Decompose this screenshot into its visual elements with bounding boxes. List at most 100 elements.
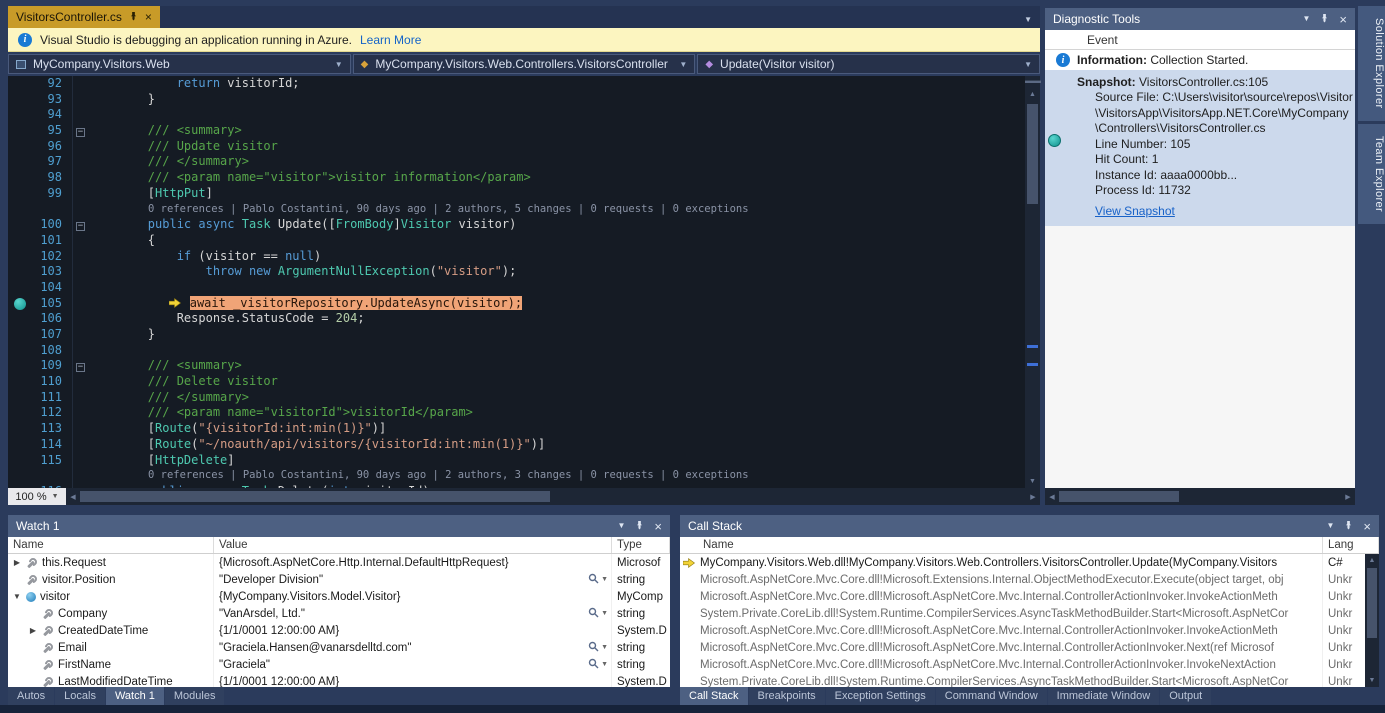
diagnostics-horizontal-scrollbar[interactable]: ◀ ▶ [1045, 488, 1355, 505]
document-tab[interactable]: VisitorsController.cs × [8, 6, 160, 28]
close-icon[interactable]: × [1339, 13, 1347, 26]
bottom-tab-command-window[interactable]: Command Window [936, 687, 1047, 705]
side-tab-team-explorer[interactable]: Team Explorer [1358, 124, 1385, 224]
column-header-type[interactable]: Type [612, 537, 670, 553]
column-header-name[interactable]: Name [8, 537, 214, 553]
view-snapshot-link[interactable]: View Snapshot [1045, 204, 1355, 218]
collapse-icon[interactable]: − [76, 222, 85, 231]
scrollbar-thumb[interactable] [1059, 491, 1179, 502]
scroll-down-icon[interactable]: ▼ [1025, 475, 1040, 488]
code-line[interactable]: 99 [HttpPut] [8, 186, 1040, 202]
fold-margin[interactable]: − [72, 123, 90, 139]
event-info-row[interactable]: i Information: Collection Started. [1045, 50, 1355, 70]
fold-margin[interactable] [72, 453, 90, 469]
expander-icon[interactable]: ▼ [12, 592, 22, 601]
code-line[interactable]: 112 /// <param name="visitorId">visitorI… [8, 405, 1040, 421]
project-dropdown[interactable]: MyCompany.Visitors.Web ▼ [8, 54, 351, 74]
breakpoint-margin[interactable] [8, 233, 34, 249]
fold-margin[interactable]: − [72, 358, 90, 374]
bottom-tab-call-stack[interactable]: Call Stack [680, 687, 748, 705]
code-line[interactable]: 104 [8, 280, 1040, 296]
chevron-down-icon[interactable]: ▼ [601, 661, 608, 668]
breakpoint-margin[interactable] [8, 202, 34, 218]
breakpoint-margin[interactable] [8, 358, 34, 374]
fold-margin[interactable] [72, 343, 90, 359]
column-header-value[interactable]: Value [214, 537, 612, 553]
window-position-chevron-icon[interactable]: ▼ [1326, 522, 1334, 530]
fold-margin[interactable] [72, 390, 90, 406]
scroll-left-icon[interactable]: ◀ [66, 493, 80, 501]
code-line[interactable]: 101 { [8, 233, 1040, 249]
editor-vertical-scrollbar[interactable]: ▬▬ ▲ ▼ [1025, 76, 1040, 488]
watch-value-cell[interactable]: "Graciela.Hansen@vanarsdelltd.com"▼ [214, 639, 612, 656]
scroll-right-icon[interactable]: ▶ [1341, 493, 1355, 501]
side-tab-solution-explorer[interactable]: Solution Explorer [1358, 6, 1385, 121]
fold-margin[interactable] [72, 170, 90, 186]
fold-margin[interactable] [72, 296, 90, 312]
code-line[interactable]: 106 Response.StatusCode = 204; [8, 311, 1040, 327]
scroll-right-icon[interactable]: ▶ [1026, 493, 1040, 501]
breakpoint-margin[interactable] [8, 311, 34, 327]
callstack-row[interactable]: Microsoft.AspNetCore.Mvc.Core.dll!Micros… [680, 588, 1379, 605]
breakpoint-margin[interactable] [8, 154, 34, 170]
bottom-tab-output[interactable]: Output [1160, 687, 1211, 705]
pin-icon[interactable] [1320, 13, 1329, 25]
breakpoint-margin[interactable] [8, 343, 34, 359]
window-position-chevron-icon[interactable]: ▼ [1302, 15, 1310, 23]
fold-margin[interactable] [72, 468, 90, 484]
breakpoint-margin[interactable] [8, 437, 34, 453]
close-icon[interactable]: × [654, 520, 662, 533]
code-line[interactable]: 100− public async Task Update([FromBody]… [8, 217, 1040, 233]
watch-row[interactable]: Company"VanArsdel, Ltd."▼string [8, 605, 670, 622]
codelens-row[interactable]: 0 references | Pablo Costantini, 90 days… [8, 202, 1040, 218]
scroll-left-icon[interactable]: ◀ [1045, 493, 1059, 501]
code-line[interactable]: 94 [8, 107, 1040, 123]
callstack-row[interactable]: System.Private.CoreLib.dll!System.Runtim… [680, 673, 1379, 687]
code-line[interactable]: 93 } [8, 92, 1040, 108]
breakpoint-margin[interactable] [8, 390, 34, 406]
watch-title-bar[interactable]: Watch 1 ▼ × [8, 515, 670, 537]
close-icon[interactable]: × [1363, 520, 1371, 533]
snapshot-event-block[interactable]: Snapshot: VisitorsController.cs:105 Sour… [1045, 70, 1355, 226]
splitter-grip-icon[interactable]: ▬▬ [1025, 76, 1040, 88]
breakpoint-margin[interactable] [8, 170, 34, 186]
watch-row[interactable]: ▼visitor{MyCompany.Visitors.Model.Visito… [8, 588, 670, 605]
fold-margin[interactable] [72, 437, 90, 453]
breakpoint-margin[interactable] [8, 139, 34, 155]
watch-value-cell[interactable]: "VanArsdel, Ltd."▼ [214, 605, 612, 622]
code-line[interactable]: 110 /// Delete visitor [8, 374, 1040, 390]
breakpoint-margin[interactable] [8, 374, 34, 390]
code-line[interactable]: 108 [8, 343, 1040, 359]
watch-row[interactable]: LastModifiedDateTime{1/1/0001 12:00:00 A… [8, 673, 670, 687]
fold-margin[interactable] [72, 249, 90, 265]
scrollbar-thumb[interactable] [80, 491, 550, 502]
breakpoint-margin[interactable] [8, 76, 34, 92]
code-line[interactable]: 115 [HttpDelete] [8, 453, 1040, 469]
code-line[interactable]: 107 } [8, 327, 1040, 343]
watch-value-cell[interactable]: "Graciela"▼ [214, 656, 612, 673]
breakpoint-margin[interactable] [8, 453, 34, 469]
magnifier-icon[interactable] [588, 573, 599, 587]
scrollbar-thumb[interactable] [1367, 568, 1377, 638]
fold-margin[interactable] [72, 202, 90, 218]
fold-margin[interactable]: − [72, 217, 90, 233]
code-line[interactable]: 95− /// <summary> [8, 123, 1040, 139]
close-icon[interactable]: × [145, 11, 152, 23]
watch-row[interactable]: Email"Graciela.Hansen@vanarsdelltd.com"▼… [8, 639, 670, 656]
callstack-title-bar[interactable]: Call Stack ▼ × [680, 515, 1379, 537]
code-line[interactable]: 114 [Route("~/noauth/api/visitors/{visit… [8, 437, 1040, 453]
scroll-up-icon[interactable]: ▲ [1025, 88, 1040, 101]
scrollbar-thumb[interactable] [1027, 104, 1038, 204]
breakpoint-margin[interactable] [8, 249, 34, 265]
fold-margin[interactable] [72, 311, 90, 327]
callstack-row[interactable]: MyCompany.Visitors.Web.dll!MyCompany.Vis… [680, 554, 1379, 571]
fold-margin[interactable] [72, 421, 90, 437]
bottom-tab-modules[interactable]: Modules [165, 687, 225, 705]
fold-margin[interactable] [72, 233, 90, 249]
watch-value-cell[interactable]: {Microsoft.AspNetCore.Http.Internal.Defa… [214, 554, 612, 571]
fold-margin[interactable] [72, 186, 90, 202]
window-position-chevron-icon[interactable]: ▼ [617, 522, 625, 530]
code-line[interactable]: 111 /// </summary> [8, 390, 1040, 406]
breakpoint-margin[interactable] [8, 123, 34, 139]
column-header-lang[interactable]: Lang [1323, 537, 1379, 553]
